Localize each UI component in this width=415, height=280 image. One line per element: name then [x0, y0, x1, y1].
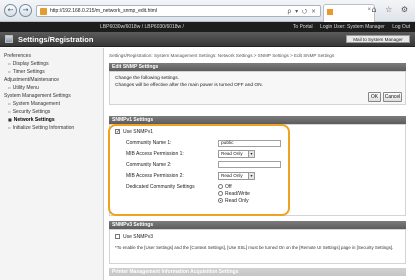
address-url[interactable]: http://192.168.0.215/m_network_snmp_edit… — [50, 8, 157, 14]
favicon-icon — [40, 8, 47, 15]
mib-access-2-value: Read Only — [221, 173, 243, 178]
snmpv3-settings-header: SNMPv3 Settings — [109, 221, 406, 229]
tab-close-icon[interactable]: × — [367, 7, 371, 13]
dedicated-read-write-radio[interactable] — [218, 191, 223, 196]
community-name-2-label: Community Name 2: — [126, 162, 172, 168]
chevron-down-icon: ▾ — [248, 151, 254, 157]
settings-icon — [5, 35, 13, 43]
printer-management-header: Printer Management Information Acquisiti… — [109, 268, 406, 276]
sidebar-item-utility-menu[interactable]: Utility Menu — [8, 85, 39, 91]
dedicated-read-only-radio[interactable] — [218, 198, 223, 203]
sidebar: Preferences Display Settings Timer Setti… — [0, 48, 104, 280]
login-user-text: Login User: System Manager — [320, 24, 385, 30]
forward-icon[interactable]: → — [19, 4, 32, 17]
sidebar-item-network-settings[interactable]: Network Settings — [8, 117, 55, 123]
dedicated-off-radio[interactable] — [218, 184, 223, 189]
mib-access-1-value: Read Only — [221, 151, 243, 156]
mib-access-2-label: MIB Access Permission 2: — [126, 173, 184, 179]
community-name-2-input[interactable] — [218, 161, 281, 168]
mib-access-1-label: MIB Access Permission 1: — [126, 151, 184, 157]
sidebar-item-system-management[interactable]: System Management — [8, 101, 60, 107]
info-line-2: Changes will be effective after the main… — [115, 83, 263, 88]
to-portal-link[interactable]: To Portal — [293, 24, 313, 30]
snmpv1-settings-header: SNMPv1 Settings — [109, 116, 406, 124]
browser-tab[interactable]: × — [323, 4, 375, 22]
info-line-1: Change the following settings. — [115, 76, 179, 81]
sidebar-heading-preferences: Preferences — [4, 53, 31, 59]
edit-snmp-info-panel: Change the following settings. Changes w… — [109, 71, 406, 105]
main-content: Settings/Registration: System Management… — [105, 48, 415, 280]
page-title: Settings/Registration — [18, 35, 94, 44]
browser-chrome: ← → http://192.168.0.215/m_network_snmp_… — [0, 0, 415, 22]
page-header: Settings/Registration Mail to System Man… — [0, 32, 415, 47]
dedicated-read-only-label: Read Only — [225, 198, 249, 204]
use-snmpv1-label: Use SNMPv1 — [123, 129, 154, 135]
sidebar-heading-adjustment: Adjustment/Maintenance — [4, 77, 60, 83]
log-out-link[interactable]: Log Out — [392, 24, 410, 30]
use-snmpv1-checkbox[interactable]: ✓ — [115, 129, 120, 135]
mib-access-2-select[interactable]: Read Only ▾ — [218, 172, 255, 180]
mail-to-system-manager-button[interactable]: Mail to System Manager — [346, 35, 410, 43]
ok-button[interactable]: OK — [368, 92, 381, 102]
mib-access-1-select[interactable]: Read Only ▾ — [218, 150, 255, 158]
sidebar-item-display-settings[interactable]: Display Settings — [8, 61, 49, 67]
device-topbar: LBP6030w/6018w / LBP6030/6018w / To Port… — [0, 22, 415, 32]
sidebar-item-timer-settings[interactable]: Timer Settings — [8, 69, 45, 75]
device-name: LBP6030w/6018w / LBP6030/6018w / — [100, 24, 184, 30]
community-name-1-label: Community Name 1: — [126, 140, 172, 146]
dedicated-read-write-label: Read/Write — [225, 191, 250, 197]
sidebar-heading-system-management-settings: System Management Settings — [4, 93, 71, 99]
use-snmpv3-checkbox[interactable] — [115, 234, 120, 239]
breadcrumb: Settings/Registration: System Management… — [109, 53, 335, 58]
snmpv3-settings-panel: Use SNMPv3 *To enable the [User Settings… — [109, 229, 406, 264]
tab-favicon-icon — [327, 9, 333, 15]
cancel-button[interactable]: Cancel — [383, 92, 402, 102]
edit-snmp-header: Edit SNMP Settings — [109, 63, 406, 71]
dedicated-off-label: Off — [225, 184, 232, 190]
sidebar-item-security-settings[interactable]: Security Settings — [8, 109, 51, 115]
address-bar[interactable]: http://192.168.0.215/m_network_snmp_edit… — [36, 5, 321, 17]
address-tools-icon[interactable]: ρ ▾ ⭯ × — [287, 7, 317, 17]
use-snmpv3-label: Use SNMPv3 — [123, 234, 154, 240]
snmpv3-note: *To enable the [User Settings] and the [… — [115, 245, 394, 250]
dedicated-community-settings-label: Dedicated Community Settings — [126, 184, 195, 190]
sidebar-item-initialize-setting-information[interactable]: Initialize Setting Information — [8, 125, 74, 131]
community-name-1-input[interactable]: public — [218, 140, 281, 147]
browser-window-icons[interactable]: ⌂ ☆ ⚙ — [371, 5, 411, 14]
chevron-down-icon: ▾ — [248, 173, 254, 179]
topbar-links: To Portal Login User: System Manager Log… — [293, 24, 410, 30]
snmpv1-settings-panel: ✓ Use SNMPv1 Community Name 1: public MI… — [109, 124, 406, 216]
back-icon[interactable]: ← — [4, 4, 17, 17]
